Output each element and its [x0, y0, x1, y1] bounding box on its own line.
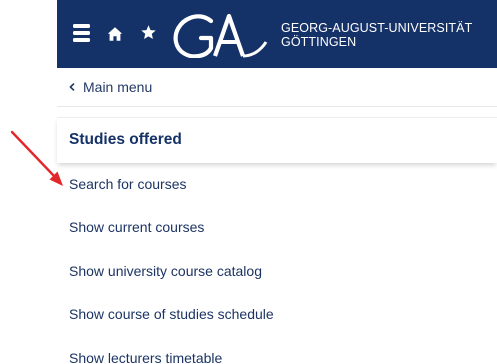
- menu-item-show-course-of-studies-schedule[interactable]: Show course of studies schedule: [69, 306, 274, 326]
- home-icon[interactable]: [107, 26, 123, 42]
- university-name: GEORG-AUGUST-UNIVERSITÄT GÖTTINGEN: [281, 21, 472, 49]
- ga-monogram-logo: [173, 13, 268, 58]
- back-navigation-row: Main menu: [57, 68, 497, 107]
- section-header: Studies offered: [57, 117, 497, 163]
- section-title: Studies offered: [69, 131, 182, 148]
- menu-item-show-lecturers-timetable[interactable]: Show lecturers timetable: [69, 350, 222, 364]
- screenshot: GEORG-AUGUST-UNIVERSITÄT GÖTTINGEN Main …: [0, 0, 497, 364]
- main-menu-back-link[interactable]: Main menu: [69, 79, 152, 95]
- star-icon[interactable]: [140, 24, 157, 41]
- top-navigation-bar: GEORG-AUGUST-UNIVERSITÄT GÖTTINGEN: [57, 0, 497, 68]
- menu-item-search-for-courses[interactable]: Search for courses: [69, 176, 187, 196]
- menu-item-show-current-courses[interactable]: Show current courses: [69, 219, 204, 239]
- main-menu-label: Main menu: [83, 79, 153, 95]
- hamburger-menu-icon[interactable]: [73, 23, 90, 42]
- university-name-line1: GEORG-AUGUST-UNIVERSITÄT: [281, 21, 473, 35]
- chevron-left-icon: [69, 83, 75, 91]
- university-name-line2: GÖTTINGEN: [281, 35, 357, 49]
- menu-item-show-university-course-catalog[interactable]: Show university course catalog: [69, 263, 262, 283]
- university-logo[interactable]: GEORG-AUGUST-UNIVERSITÄT GÖTTINGEN: [171, 12, 497, 62]
